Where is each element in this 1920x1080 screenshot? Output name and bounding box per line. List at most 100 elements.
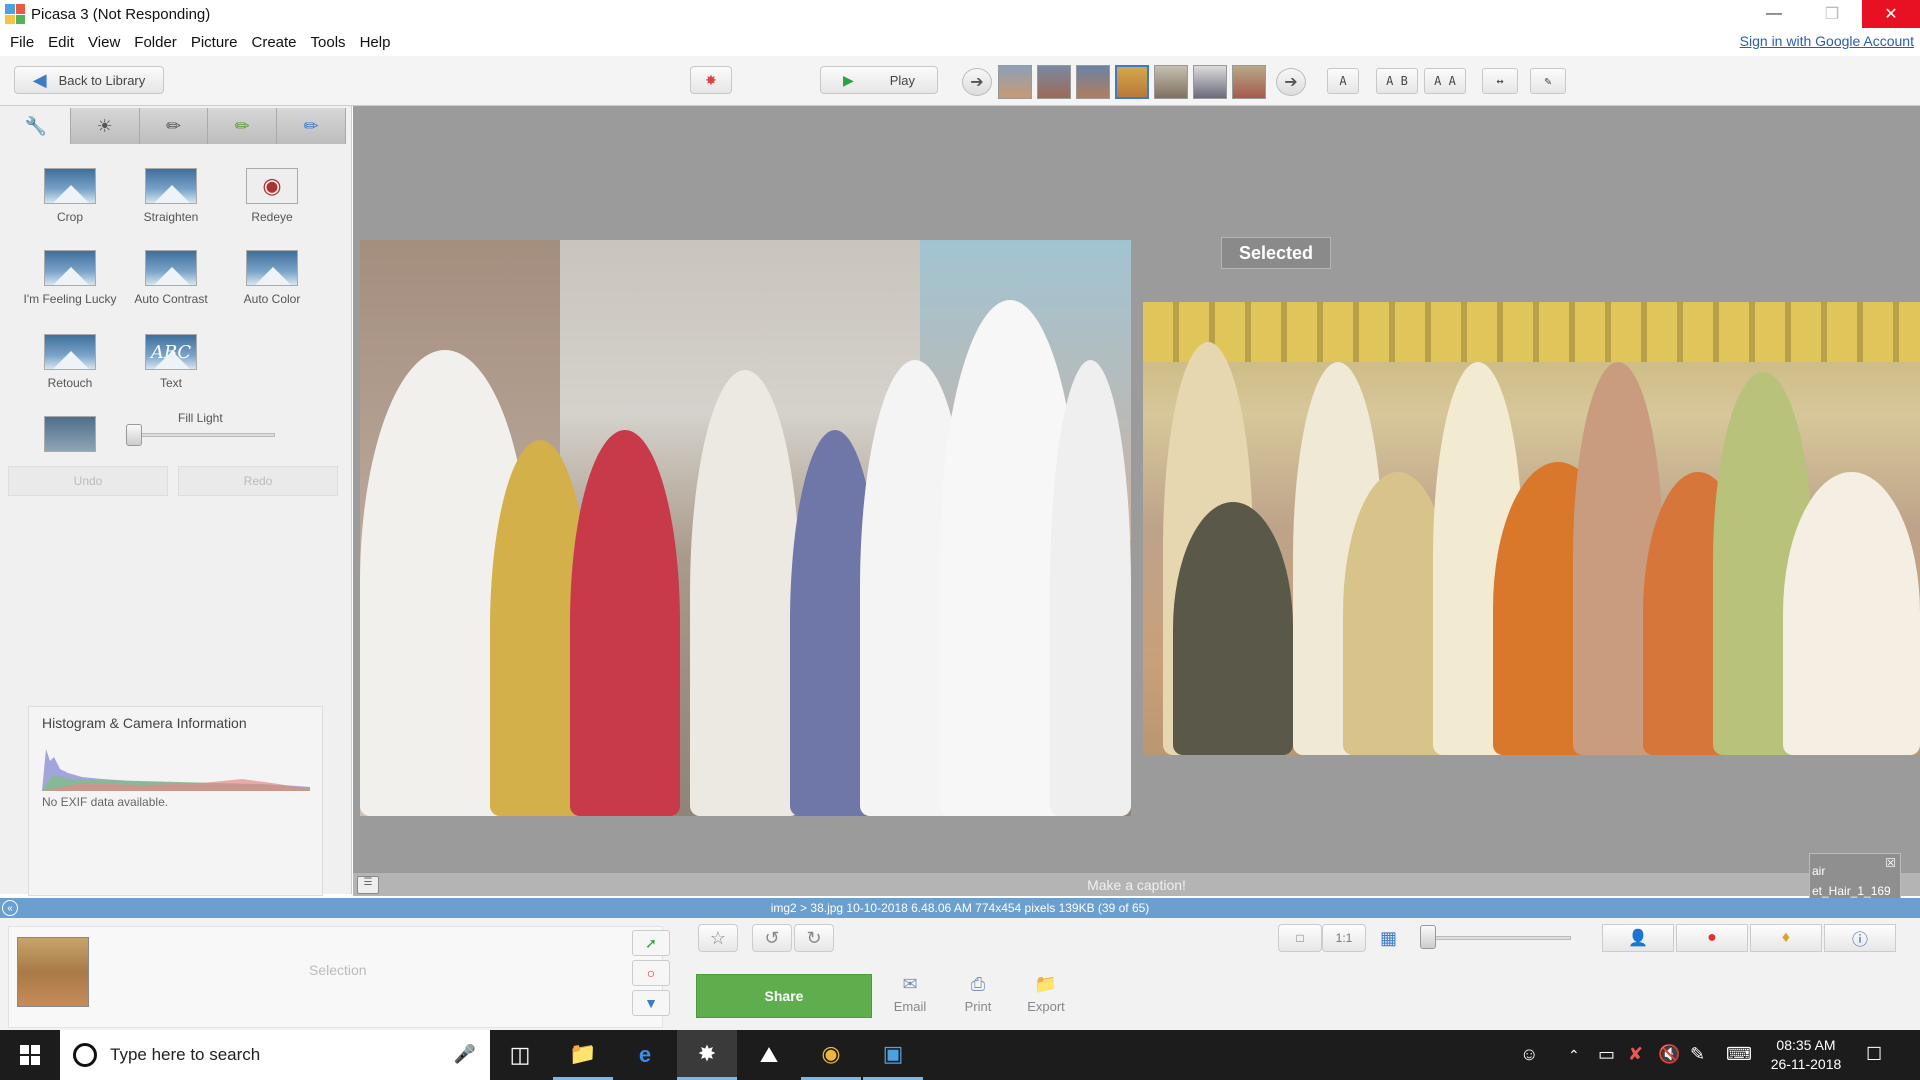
status-bar: « img2 > 38.jpg 10-10-2018 6.48.06 AM 77… (0, 898, 1920, 918)
filmstrip-thumb[interactable] (1037, 65, 1071, 99)
tags-button[interactable]: ♦ (1750, 924, 1822, 952)
close-button[interactable]: ✕ (1862, 0, 1920, 28)
taskbar-search[interactable]: Type here to search 🎤 (60, 1030, 490, 1080)
photo-left[interactable] (360, 240, 1131, 816)
tab-effects-1[interactable]: ✏ (139, 108, 209, 144)
rotate-right-button[interactable]: ↻ (794, 924, 834, 952)
people-button[interactable]: 👤 (1602, 924, 1674, 952)
selection-tray: Selection (8, 926, 663, 1028)
photo-right-selected[interactable] (1143, 302, 1920, 755)
fill-light-icon (44, 416, 96, 452)
filmstrip-thumb[interactable] (1154, 65, 1188, 99)
previous-photo-button[interactable]: ➔ (962, 68, 992, 96)
pen-icon[interactable]: ✎ (1690, 1044, 1705, 1065)
print-button[interactable]: ⎙ Print (948, 974, 1008, 1014)
people-tray-icon[interactable]: ☺ (1520, 1044, 1538, 1065)
fit-to-screen-button[interactable]: □ (1278, 924, 1322, 952)
network-icon[interactable]: ✘ (1628, 1044, 1643, 1065)
fill-light-slider-track[interactable] (130, 433, 275, 437)
app-window-icon[interactable]: ▣ (863, 1030, 923, 1080)
fit-width-button[interactable]: ↔ (1482, 68, 1518, 94)
view-compare-button[interactable]: A B (1376, 68, 1418, 94)
menu-edit[interactable]: Edit (48, 34, 74, 51)
places-button[interactable]: ● (1676, 924, 1748, 952)
microphone-icon[interactable]: 🎤 (454, 1044, 476, 1065)
text-tool[interactable]: ABC Text (121, 334, 221, 390)
filmstrip-thumb[interactable] (1232, 65, 1266, 99)
view-before-after-button[interactable]: A A (1424, 68, 1466, 94)
photos-app-icon[interactable]: ⛰ (739, 1030, 799, 1080)
properties-button[interactable]: ⓘ (1824, 924, 1896, 952)
menu-picture[interactable]: Picture (191, 34, 238, 51)
tab-tuning[interactable]: ☀ (70, 108, 140, 144)
tab-basic-fixes[interactable]: 🔧 (2, 108, 71, 144)
clock[interactable]: 08:35 AM 26-11-2018 (1754, 1036, 1858, 1074)
zoom-slider-track[interactable] (1426, 936, 1571, 940)
fill-light-label: Fill Light (178, 411, 223, 425)
feeling-lucky-tool[interactable]: I'm Feeling Lucky (20, 250, 120, 306)
menu-view[interactable]: View (88, 34, 120, 51)
filmstrip-thumb[interactable] (1076, 65, 1110, 99)
file-explorer-icon[interactable]: 📁 (553, 1030, 613, 1080)
rotate-left-button[interactable]: ↺ (752, 924, 792, 952)
fill-light-slider-handle[interactable] (126, 424, 142, 446)
menu-help[interactable]: Help (360, 34, 391, 51)
exif-status: No EXIF data available. (42, 795, 169, 809)
clear-selection-icon[interactable]: ○ (632, 960, 670, 986)
tab-effects-2[interactable]: ✏ (208, 108, 278, 144)
back-to-library-button[interactable]: ◀ Back to Library (14, 66, 164, 94)
edge-browser-icon[interactable]: e (615, 1030, 675, 1080)
redo-button[interactable]: Redo (178, 466, 338, 496)
auto-color-tool[interactable]: Auto Color (222, 250, 322, 306)
auto-contrast-icon (145, 250, 197, 286)
volume-muted-icon[interactable]: 🔇 (1658, 1044, 1680, 1065)
selection-thumb[interactable] (17, 937, 89, 1007)
share-button[interactable]: Share (696, 974, 872, 1018)
keyboard-icon[interactable]: ⌨ (1726, 1044, 1752, 1065)
hold-pin-icon[interactable]: ➚ (632, 930, 670, 956)
battery-icon[interactable]: ▭ (1598, 1044, 1615, 1065)
lucky-icon (44, 250, 96, 286)
action-center-icon[interactable]: ☐ (1866, 1044, 1882, 1065)
email-button[interactable]: ✉ Email (880, 974, 940, 1014)
photo-info: img2 > 38.jpg 10-10-2018 6.48.06 AM 774x… (770, 901, 1150, 915)
histogram-title: Histogram & Camera Information (42, 715, 247, 731)
maximize-button[interactable]: ❐ (1802, 0, 1862, 28)
menu-tools[interactable]: Tools (311, 34, 346, 51)
sign-in-link[interactable]: Sign in with Google Account (1740, 33, 1914, 49)
play-slideshow-button[interactable]: ▶ Play (820, 66, 938, 94)
task-view-icon[interactable]: ◫ (490, 1030, 550, 1080)
export-button[interactable]: 📁 Export (1016, 974, 1076, 1014)
crop-tool[interactable]: Crop (20, 168, 120, 224)
star-button[interactable]: ☆ (698, 924, 738, 952)
show-hidden-icons-icon[interactable]: ⌃ (1568, 1047, 1580, 1064)
menu-file[interactable]: File (10, 34, 34, 51)
feeling-lucky-label: I'm Feeling Lucky (23, 292, 117, 306)
chrome-icon[interactable]: ◉ (801, 1030, 861, 1080)
caption-input[interactable]: Make a caption! (353, 877, 1920, 893)
auto-contrast-tool[interactable]: Auto Contrast (121, 250, 221, 306)
popup-line-2: et_Hair_1_169 (1812, 884, 1891, 898)
view-single-button[interactable]: A (1327, 68, 1359, 94)
retouch-tool[interactable]: Retouch (20, 334, 120, 390)
add-to-album-icon[interactable]: ▼ (632, 990, 670, 1016)
popup-close-icon[interactable]: ☒ (1885, 856, 1896, 870)
menu-create[interactable]: Create (252, 34, 297, 51)
tab-effects-3[interactable]: ✏ (277, 108, 346, 144)
clock-date: 26-11-2018 (1770, 1056, 1842, 1072)
collage-button[interactable]: ✸ (690, 66, 732, 94)
filmstrip-thumb[interactable] (1193, 65, 1227, 99)
start-button[interactable] (0, 1030, 60, 1080)
edit-external-button[interactable]: ✎ (1530, 68, 1566, 94)
picasa-taskbar-icon[interactable]: ✸ (677, 1030, 737, 1080)
filmstrip-thumb[interactable] (998, 65, 1032, 99)
next-photo-button[interactable]: ➔ (1276, 68, 1306, 96)
redeye-tool[interactable]: ◉ Redeye (222, 168, 322, 224)
filmstrip-thumb-selected[interactable] (1115, 65, 1149, 99)
minimize-button[interactable]: — (1744, 0, 1804, 28)
menu-folder[interactable]: Folder (134, 34, 177, 51)
actual-size-button[interactable]: 1:1 (1322, 924, 1366, 952)
undo-button[interactable]: Undo (8, 466, 168, 496)
zoom-slider-handle[interactable] (1420, 925, 1436, 949)
straighten-tool[interactable]: Straighten (121, 168, 221, 224)
